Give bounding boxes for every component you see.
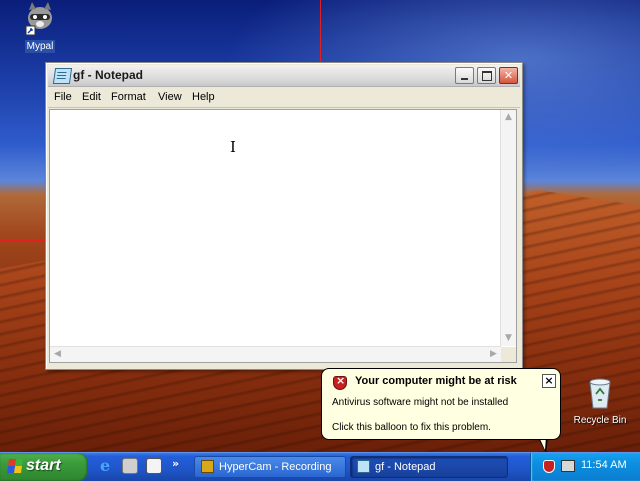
hypercam-icon <box>201 460 214 473</box>
window-title: gf - Notepad <box>73 68 143 82</box>
taskbar-button-hypercam[interactable]: HyperCam - Recording <box>194 456 346 478</box>
desktop-icon-mypal[interactable]: Mypal <box>18 2 62 53</box>
menu-file[interactable]: File <box>54 91 72 103</box>
editor-icon[interactable] <box>146 458 162 474</box>
security-balloon-notification[interactable]: Your computer might be at risk × Antivir… <box>321 368 561 440</box>
menu-help[interactable]: Help <box>192 91 215 103</box>
desktop-icon-label: Mypal <box>24 40 56 53</box>
text-editor-area[interactable]: I ▲ ▼ ◀ ▶ <box>49 109 517 363</box>
horizontal-scrollbar[interactable]: ◀ ▶ <box>50 346 501 362</box>
quick-launch-more-button[interactable]: » <box>172 457 179 470</box>
start-button[interactable]: start <box>0 453 88 481</box>
maximize-button[interactable] <box>477 67 496 84</box>
desktop-icon-label: Recycle Bin <box>573 415 627 426</box>
balloon-title: Your computer might be at risk <box>355 375 517 387</box>
taskbar-button-notepad[interactable]: gf - Notepad <box>350 456 508 478</box>
taskbar-button-label: gf - Notepad <box>375 461 436 473</box>
taskbar: start e » HyperCam - Recording gf - Note… <box>0 452 640 481</box>
size-grip[interactable] <box>501 347 516 362</box>
windows-logo-icon <box>7 459 23 473</box>
notepad-icon <box>52 68 73 84</box>
clock[interactable]: 11:54 AM <box>581 459 627 471</box>
balloon-message: Antivirus software might not be installe… <box>332 397 509 408</box>
notepad-window[interactable]: gf - Notepad ✕ File Edit Format View Hel… <box>45 62 523 370</box>
menu-format[interactable]: Format <box>111 91 146 103</box>
vertical-scrollbar[interactable]: ▲ ▼ <box>500 110 516 346</box>
security-alert-icon[interactable] <box>543 460 555 473</box>
scroll-right-arrow-icon[interactable]: ▶ <box>486 347 501 362</box>
minimize-button[interactable] <box>455 67 474 84</box>
balloon-close-button[interactable]: × <box>542 374 556 388</box>
start-label: start <box>26 457 61 474</box>
menu-view[interactable]: View <box>158 91 182 103</box>
mypal-raccoon-icon <box>25 2 52 36</box>
text-cursor-ibeam-icon: I <box>230 138 236 156</box>
scroll-up-arrow-icon[interactable]: ▲ <box>501 110 516 125</box>
system-tray: 11:54 AM <box>530 453 640 481</box>
notepad-icon <box>357 460 370 473</box>
scroll-left-arrow-icon[interactable]: ◀ <box>50 347 65 362</box>
mypal-icon[interactable] <box>122 458 138 474</box>
close-button[interactable]: ✕ <box>499 67 518 84</box>
desktop-icon-recycle-bin[interactable]: Recycle Bin <box>568 376 632 427</box>
menu-bar: File Edit Format View Help <box>48 87 520 108</box>
security-shield-icon <box>333 374 347 390</box>
balloon-action-hint: Click this balloon to fix this problem. <box>332 422 491 433</box>
recycle-bin-icon <box>589 378 611 409</box>
network-icon[interactable] <box>561 460 575 472</box>
title-bar[interactable]: gf - Notepad ✕ <box>48 65 520 87</box>
scroll-down-arrow-icon[interactable]: ▼ <box>501 331 516 346</box>
taskbar-button-label: HyperCam - Recording <box>219 461 332 473</box>
menu-edit[interactable]: Edit <box>82 91 101 103</box>
internet-explorer-icon[interactable]: e <box>100 458 116 474</box>
